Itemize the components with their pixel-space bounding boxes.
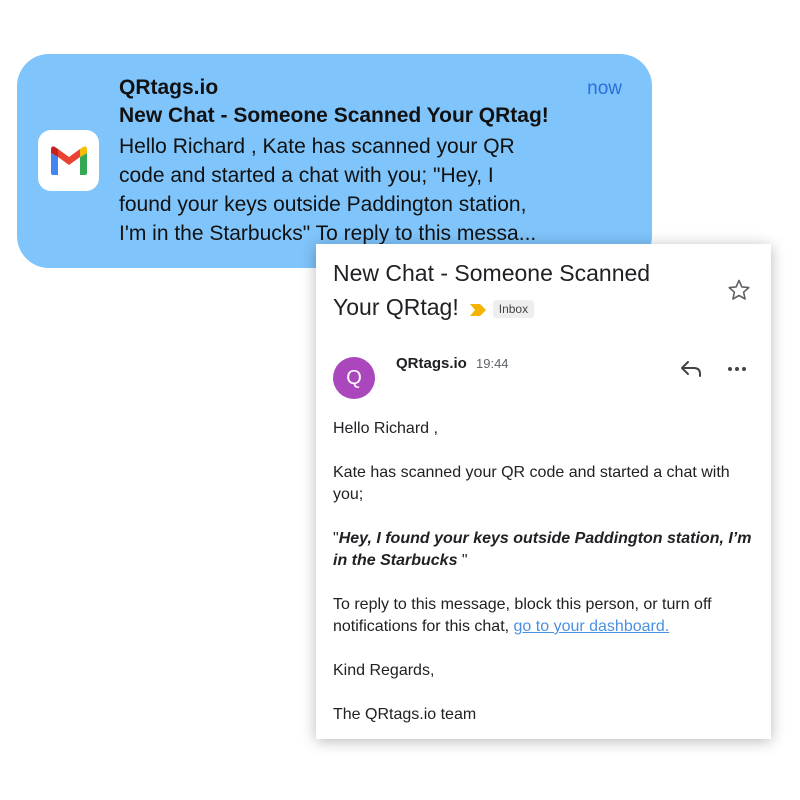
email-intro: Kate has scanned your QR code and starte… <box>333 464 730 503</box>
notification-sender: QRtags.io <box>119 76 219 99</box>
notification-preview-line: code and started a chat with you; "Hey, … <box>119 164 494 187</box>
sender-avatar[interactable]: Q <box>333 357 375 399</box>
email-body: Hello Richard , Kate has scanned your QR… <box>333 418 758 748</box>
inbox-label[interactable]: Inbox <box>492 299 535 318</box>
email-card: New Chat - Someone Scanned Your QRtag! In… <box>316 244 771 739</box>
more-options-icon[interactable] <box>726 358 748 380</box>
star-icon[interactable] <box>727 278 751 302</box>
reply-icon[interactable] <box>680 360 702 378</box>
email-subject-line-text: Your QRtag! <box>333 294 459 320</box>
email-signoff: Kind Regards, <box>333 662 435 679</box>
email-subject-line-2: Your QRtag! Inbox <box>333 290 693 326</box>
quote-text: Hey, I found your keys outside Paddingto… <box>333 530 752 569</box>
email-quote: "Hey, I found your keys outside Paddingt… <box>333 528 758 572</box>
email-reply-instructions: To reply to this message, block this per… <box>333 594 758 638</box>
gmail-icon <box>38 130 99 191</box>
notification-preview: Hello Richard , Kate has scanned your QR… <box>119 132 634 248</box>
dashboard-link[interactable]: go to your dashboard. <box>514 618 670 635</box>
notification-banner[interactable]: QRtags.io now New Chat - Someone Scanned… <box>17 54 652 268</box>
email-subject-line: New Chat - Someone Scanned <box>333 260 651 286</box>
importance-marker-icon[interactable] <box>469 292 487 326</box>
email-time: 19:44 <box>476 356 509 371</box>
notification-subject: New Chat - Someone Scanned Your QRtag! <box>119 104 549 127</box>
notification-time: now <box>587 78 622 99</box>
email-signature: The QRtags.io team <box>333 706 477 723</box>
quote-close-mark: " <box>461 552 468 569</box>
email-subject: New Chat - Someone Scanned Your QRtag! In… <box>333 256 693 326</box>
notification-preview-line: Hello Richard , Kate has scanned your QR <box>119 135 515 158</box>
sender-name[interactable]: QRtags.io <box>396 355 467 372</box>
email-greeting: Hello Richard , <box>333 420 438 437</box>
notification-preview-line: found your keys outside Paddington stati… <box>119 193 527 216</box>
